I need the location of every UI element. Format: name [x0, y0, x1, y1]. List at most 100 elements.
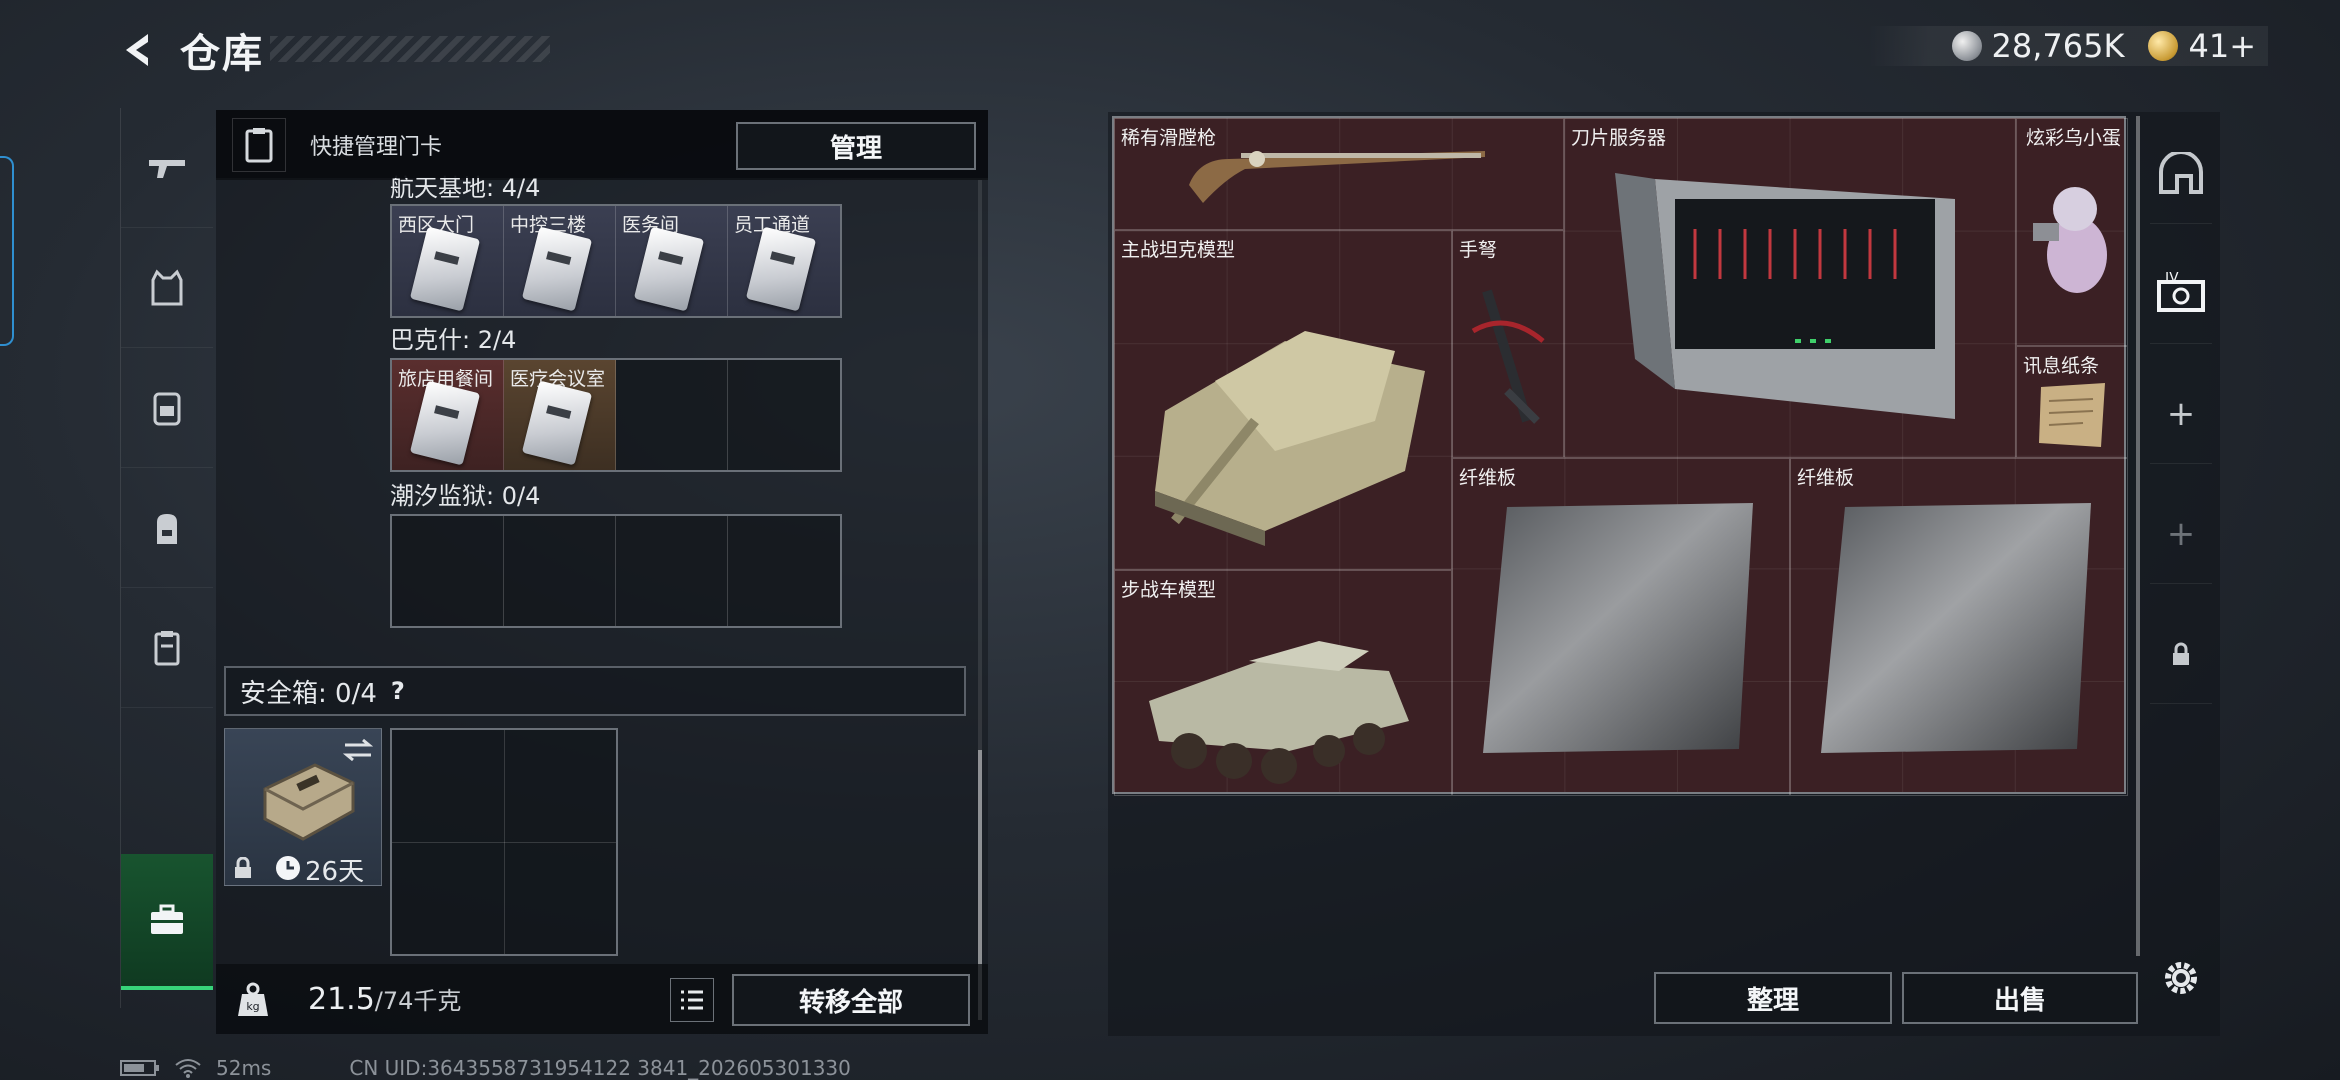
keycard-header-content: 快捷管理门卡 管理: [216, 110, 988, 180]
keycard-image: [633, 226, 705, 312]
vest-icon: [151, 268, 183, 305]
sort-button[interactable]: 整理: [1654, 972, 1892, 1024]
stash-item-fiberboard[interactable]: 纤维板: [1790, 458, 2128, 796]
stash-tab-home[interactable]: [2150, 124, 2212, 224]
safebox-item[interactable]: 26天: [224, 728, 382, 887]
gear-icon: [2165, 962, 2197, 994]
keycard-slot[interactable]: 医疗会议室: [504, 360, 616, 470]
grid-divider: [392, 842, 616, 843]
swap-icon[interactable]: [343, 737, 373, 763]
keycard-grid-tidal-prison: [390, 514, 842, 628]
list-icon: [681, 990, 703, 1010]
stash-item-musket[interactable]: 稀有滑膛枪: [1114, 118, 1564, 230]
title-decoration: [270, 36, 550, 62]
keycard-slot-empty[interactable]: [616, 360, 728, 470]
currency-silver[interactable]: 28,765K: [1951, 27, 2125, 65]
lock-icon: [235, 857, 251, 878]
silver-amount: 28,765K: [1991, 27, 2125, 65]
inventory-bottom-bar: kg 21.5/74千克 转移全部: [216, 964, 988, 1034]
chest-rig-icon: [153, 392, 181, 425]
weight-icon: kg: [238, 982, 268, 1016]
help-icon[interactable]: ?: [391, 677, 405, 705]
keycard-slot-empty[interactable]: [728, 360, 840, 470]
wifi-icon: [175, 1059, 201, 1078]
currency-gold[interactable]: 41+: [2148, 27, 2256, 65]
stash-tab-add[interactable]: +: [2150, 364, 2212, 464]
battery-icon: [120, 1060, 159, 1076]
back-arrow-icon[interactable]: [118, 28, 162, 72]
page-title: 仓库: [180, 31, 264, 77]
settings-button[interactable]: [2150, 948, 2212, 1008]
crossbow-image: [1471, 289, 1545, 424]
weight-current: 21.5: [308, 982, 375, 1017]
keycard-image: [745, 226, 817, 312]
equipment-nav: [120, 108, 213, 1008]
collection-box-icon: IV: [2157, 272, 2205, 312]
nav-weapon[interactable]: [121, 108, 213, 228]
top-bar: 仓库: [118, 22, 264, 78]
stash-item-blade-server[interactable]: 刀片服务器: [1564, 118, 2016, 458]
svg-text:IV: IV: [2165, 272, 2179, 286]
blade-server-image: [1615, 173, 1955, 419]
stash-tab-collection[interactable]: IV: [2150, 244, 2212, 344]
keycard-image: [409, 226, 481, 312]
safebox-grid[interactable]: [390, 728, 618, 956]
keycard-holder-icon: [245, 128, 273, 163]
keycard-slot-empty[interactable]: [728, 516, 840, 626]
weight-readout: 21.5/74千克: [308, 981, 461, 1017]
stash-item-tank-model[interactable]: 主战坦克模型: [1114, 230, 1452, 570]
musket-image: [1189, 151, 1485, 203]
keycard-slot[interactable]: 员工通道: [728, 206, 840, 316]
stash-item-message-note[interactable]: 讯息纸条: [2016, 346, 2128, 458]
status-bar: 52ms CN UID:3643558731954122 3841_202605…: [120, 1056, 869, 1080]
safebox-timer: 26天: [305, 857, 365, 887]
gun-icon: [149, 159, 185, 178]
nav-safebox[interactable]: [121, 854, 213, 990]
safebox-bar: 安全箱: 0/4 ?: [224, 666, 966, 716]
safebox-label: 安全箱: 0/4: [240, 678, 377, 709]
keycard-image: [409, 380, 481, 466]
keycard-slot[interactable]: 医务间: [616, 206, 728, 316]
clock-icon: [276, 856, 300, 880]
ping-readout: 52ms: [216, 1056, 272, 1080]
stash-scrollbar[interactable]: [2136, 116, 2140, 956]
list-view-button[interactable]: [670, 978, 714, 1022]
keycard-holder-icon: [154, 630, 180, 665]
stash-item-fiberboard[interactable]: 纤维板: [1452, 458, 1790, 796]
nav-backpack[interactable]: [121, 468, 213, 588]
stash-item-rainbow-egg[interactable]: 炫彩乌小蛋: [2016, 118, 2128, 346]
weight-max: /74千克: [374, 987, 462, 1015]
side-drawer-tab[interactable]: [0, 156, 14, 346]
nav-armor[interactable]: [121, 228, 213, 348]
currency-bar: 28,765K 41+: [1867, 26, 2268, 66]
manage-button[interactable]: 管理: [736, 122, 976, 170]
sell-button[interactable]: 出售: [1902, 972, 2138, 1024]
nav-keycard[interactable]: [121, 588, 213, 708]
briefcase-icon: [151, 904, 183, 934]
gold-amount: 41+: [2188, 27, 2256, 65]
nav-chest-rig[interactable]: [121, 348, 213, 468]
keycard-image: [521, 380, 593, 466]
keycard-slot-empty[interactable]: [616, 516, 728, 626]
stash-tab-add-disabled[interactable]: +: [2150, 484, 2212, 584]
keycard-slot[interactable]: 中控三楼: [504, 206, 616, 316]
transfer-all-button[interactable]: 转移全部: [732, 974, 970, 1026]
backpack-icon: [157, 513, 177, 544]
keycard-grid-bakersh: 旅店用餐间 医疗会议室: [390, 358, 842, 472]
svg-text:kg: kg: [246, 1000, 259, 1013]
stash-tab-locked[interactable]: [2150, 604, 2212, 704]
note-paper-image: [2039, 383, 2105, 447]
egg-figurine-image: [2033, 187, 2107, 293]
fiberboard-image: [1483, 503, 1753, 753]
keycard-slot-empty[interactable]: [392, 516, 504, 626]
stash-item-hand-crossbow[interactable]: 手弩: [1452, 230, 1564, 458]
stash-item-ifv-model[interactable]: 步战车模型: [1114, 570, 1452, 796]
stash-grid: 稀有滑膛枪 刀片服务器 炫彩乌小蛋 主战坦克模型 手弩 讯息纸条 纤维板 纤维板…: [1112, 116, 2128, 796]
keycard-slot[interactable]: 旅店用餐间: [392, 360, 504, 470]
keycard-slot-empty[interactable]: [504, 516, 616, 626]
keycard-holder-slot[interactable]: [232, 118, 286, 172]
keycard-slot[interactable]: 西区大门: [392, 206, 504, 316]
stash-home-icon: [2159, 151, 2203, 194]
group-label: 潮汐监狱: 0/4: [390, 482, 541, 510]
uid-readout: CN UID:3643558731954122 3841_20260530133…: [349, 1056, 851, 1080]
